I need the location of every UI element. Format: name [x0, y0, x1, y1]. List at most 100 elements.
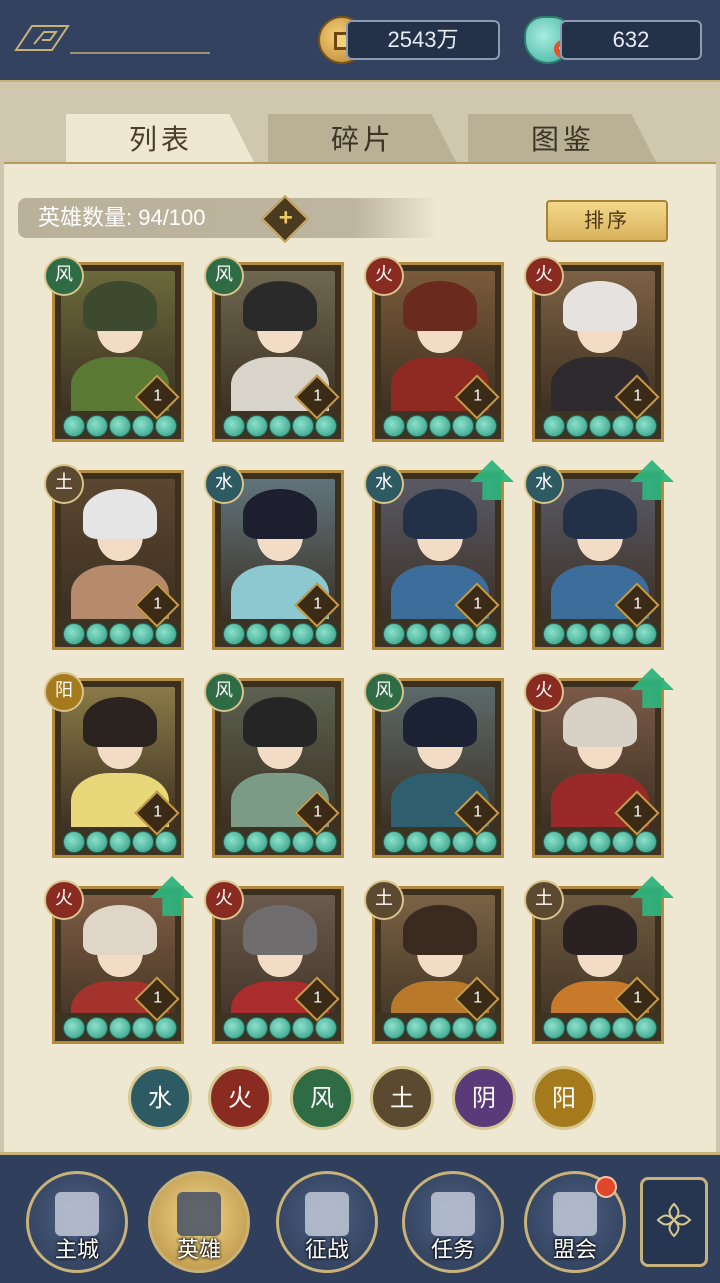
notification-dot — [595, 1176, 617, 1198]
hero-hair — [243, 281, 317, 331]
star-gems — [223, 415, 337, 437]
element-filter-button[interactable]: 阴 — [452, 1066, 516, 1130]
task-icon — [431, 1192, 475, 1236]
nav-guild[interactable]: 盟会 — [524, 1171, 626, 1273]
star-gem-icon — [292, 415, 314, 437]
hero-hair — [243, 905, 317, 955]
element-filter-bar: 水火风土阴阳 — [0, 1066, 720, 1130]
star-gem-icon — [269, 415, 291, 437]
hero-count-label: 英雄数量: 94/100 — [38, 205, 206, 230]
hero-icon — [177, 1192, 221, 1236]
hero-hair — [243, 697, 317, 747]
star-gem-icon — [86, 1017, 108, 1039]
star-gem-icon — [406, 415, 428, 437]
element-filter-button[interactable]: 土 — [370, 1066, 434, 1130]
star-gem-icon — [269, 831, 291, 853]
star-gem-icon — [292, 1017, 314, 1039]
tab-atlas[interactable]: 图鉴 — [468, 114, 658, 166]
element-badge: 土 — [364, 880, 404, 920]
top-bar: + 2543万 + 632 — [0, 0, 720, 83]
star-gems — [383, 1017, 497, 1039]
nav-castle[interactable]: 主城 — [26, 1171, 128, 1273]
element-badge: 风 — [364, 672, 404, 712]
star-gem-icon — [86, 623, 108, 645]
hero-level: 1 — [313, 595, 323, 613]
hero-hair — [83, 489, 157, 539]
hero-hair — [403, 697, 477, 747]
castle-icon — [55, 1192, 99, 1236]
star-gems — [543, 831, 657, 853]
element-badge: 火 — [524, 672, 564, 712]
element-badge: 风 — [204, 256, 244, 296]
nav-label: 任务 — [430, 1237, 475, 1262]
hero-level: 1 — [633, 387, 643, 405]
hero-level: 1 — [473, 989, 483, 1007]
nav-task[interactable]: 任务 — [402, 1171, 504, 1273]
element-filter-button[interactable]: 火 — [208, 1066, 272, 1130]
star-gem-icon — [223, 623, 245, 645]
star-gem-icon — [132, 831, 154, 853]
star-gem-icon — [406, 1017, 428, 1039]
hero-level: 1 — [313, 803, 323, 821]
star-gem-icon — [566, 831, 588, 853]
star-gems — [63, 415, 177, 437]
star-gem-icon — [246, 1017, 268, 1039]
element-badge: 火 — [204, 880, 244, 920]
nav-label: 征战 — [304, 1237, 349, 1262]
element-badge: 水 — [524, 464, 564, 504]
star-gem-icon — [406, 623, 428, 645]
star-gem-icon — [566, 1017, 588, 1039]
hero-hair — [83, 905, 157, 955]
star-gem-icon — [223, 1017, 245, 1039]
star-gem-icon — [429, 623, 451, 645]
sort-button[interactable]: 排序 — [546, 200, 668, 242]
nav-hero[interactable]: 英雄 — [148, 1171, 250, 1273]
menu-ornament-icon — [14, 25, 70, 51]
star-gem-icon — [383, 831, 405, 853]
star-gem-icon — [223, 831, 245, 853]
hero-level: 1 — [153, 387, 163, 405]
element-badge: 火 — [44, 880, 84, 920]
star-gem-icon — [429, 415, 451, 437]
star-gems — [223, 1017, 337, 1039]
nav-battle[interactable]: 征战 — [276, 1171, 378, 1273]
gem-amount: 632 — [560, 20, 702, 60]
tab-fragments[interactable]: 碎片 — [268, 114, 458, 166]
hero-level: 1 — [313, 387, 323, 405]
star-gem-icon — [292, 623, 314, 645]
element-filter-button[interactable]: 风 — [290, 1066, 354, 1130]
tab-list[interactable]: 列表 — [66, 114, 256, 166]
hero-level: 1 — [153, 989, 163, 1007]
flower-menu-icon — [656, 1202, 692, 1238]
star-gems — [543, 623, 657, 645]
battle-icon — [305, 1192, 349, 1236]
star-gems — [63, 623, 177, 645]
star-gem-icon — [452, 623, 474, 645]
star-gems — [383, 831, 497, 853]
star-gem-icon — [63, 623, 85, 645]
hero-hair — [83, 281, 157, 331]
element-badge: 风 — [204, 672, 244, 712]
hero-level: 1 — [473, 387, 483, 405]
element-badge: 水 — [364, 464, 404, 504]
star-gems — [223, 831, 337, 853]
star-gem-icon — [63, 415, 85, 437]
star-gem-icon — [292, 831, 314, 853]
star-gem-icon — [86, 831, 108, 853]
element-filter-button[interactable]: 阳 — [532, 1066, 596, 1130]
element-filter-button[interactable]: 水 — [128, 1066, 192, 1130]
element-badge: 阳 — [44, 672, 84, 712]
star-gem-icon — [246, 831, 268, 853]
guild-icon — [553, 1192, 597, 1236]
star-gems — [223, 623, 337, 645]
hero-hair — [83, 697, 157, 747]
bottom-nav: 主城 英雄 征战 任务 盟会 — [0, 1152, 720, 1283]
star-gem-icon — [383, 1017, 405, 1039]
star-gem-icon — [612, 1017, 634, 1039]
star-gem-icon — [612, 831, 634, 853]
more-menu-button[interactable] — [640, 1177, 708, 1267]
element-badge: 土 — [44, 464, 84, 504]
nav-label: 英雄 — [176, 1237, 221, 1262]
star-gem-icon — [132, 1017, 154, 1039]
element-badge: 风 — [44, 256, 84, 296]
